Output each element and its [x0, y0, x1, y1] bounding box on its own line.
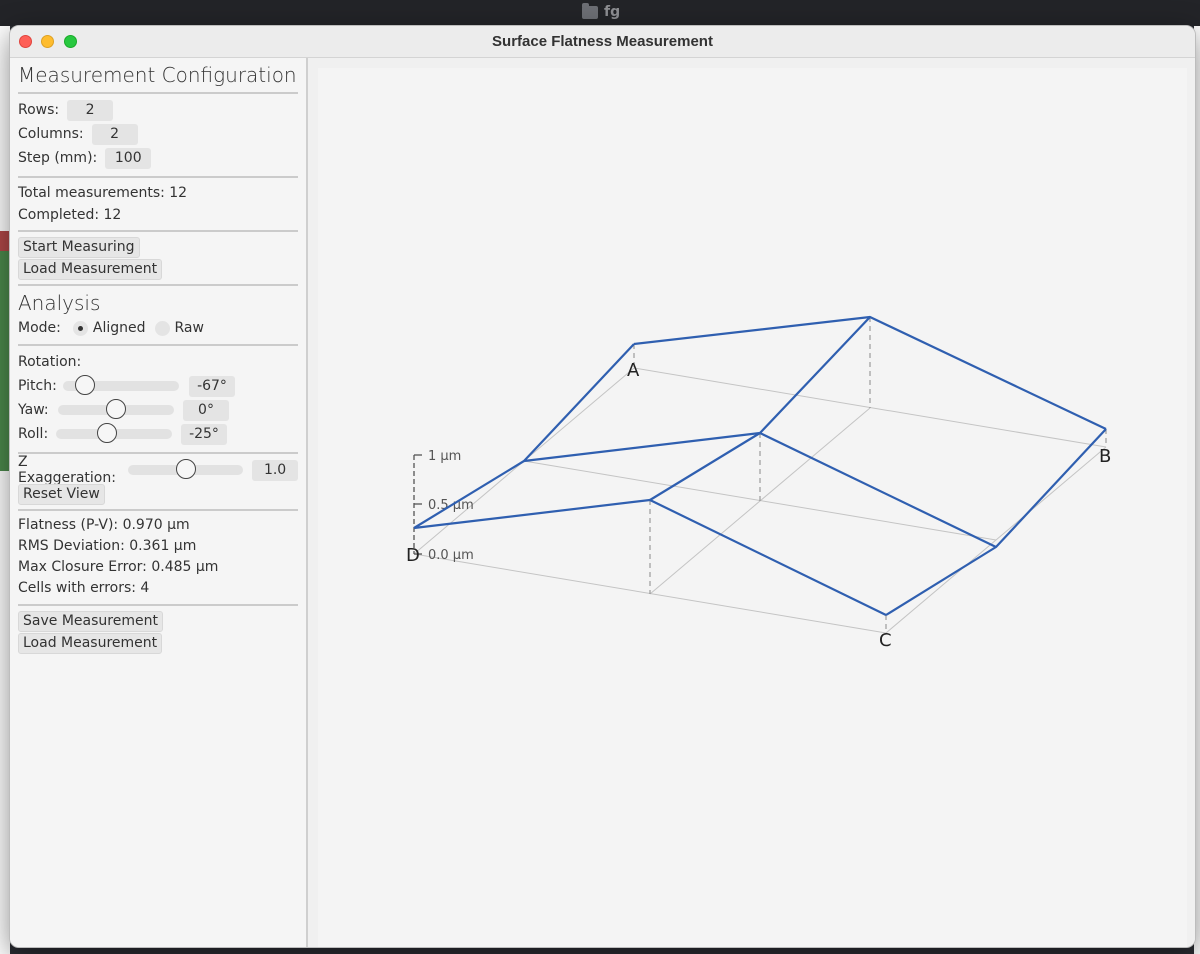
divider [18, 284, 298, 286]
load-measurement-button-top[interactable]: Load Measurement [18, 259, 163, 280]
closure-result: Max Closure Error: 0.485 µm [18, 559, 219, 575]
rms-result: RMS Deviation: 0.361 µm [18, 538, 197, 554]
total-measurements: Total measurements: 12 [18, 185, 188, 201]
desktop-title-text: fg [604, 4, 621, 20]
app-window: Surface Flatness Measurement Measurement… [9, 25, 1196, 948]
pitch-slider[interactable] [63, 375, 179, 395]
zexag-value[interactable]: 1.0 [252, 459, 298, 481]
step-field[interactable]: 100 [105, 147, 152, 169]
grid-line [885, 446, 1107, 634]
corner-label-a: A [627, 360, 640, 381]
config-section-title: Measurement Configuration [18, 63, 297, 87]
start-measuring-button[interactable]: Start Measuring [18, 237, 140, 258]
mesh-line [885, 428, 1107, 616]
corner-label-b: B [1099, 446, 1111, 467]
columns-label: Columns: [18, 126, 84, 142]
surface-3d-view[interactable]: 1 µm 0.5 µm 0.0 µm A B C D [318, 68, 1187, 947]
roll-label: Roll: [18, 426, 49, 442]
yaw-value[interactable]: 0° [183, 399, 229, 421]
step-label: Step (mm): [18, 150, 98, 166]
desktop-window-title: fg [582, 2, 621, 20]
zexag-label: Z Exaggeration: [18, 454, 116, 486]
folder-icon [582, 2, 598, 19]
yaw-label: Yaw: [18, 402, 49, 418]
drop-lines [633, 317, 1107, 633]
titlebar: Surface Flatness Measurement [10, 26, 1195, 58]
roll-slider-knob[interactable] [97, 423, 118, 443]
pitch-slider-knob[interactable] [74, 375, 95, 395]
save-measurement-button[interactable]: Save Measurement [18, 611, 163, 632]
z-scale-bar [413, 454, 422, 555]
pitch-row: Pitch: -67° [18, 374, 298, 398]
sidebar: Measurement Configuration Rows: 2 Column… [10, 58, 308, 947]
load-measurement-button-bottom[interactable]: Load Measurement [18, 633, 163, 654]
z-scale-label-0: 0.0 µm [428, 548, 474, 563]
roll-slider[interactable] [56, 423, 172, 443]
yaw-row: Yaw: 0° [18, 398, 298, 422]
mode-label: Mode: [18, 320, 61, 336]
rows-row: Rows: 2 [18, 98, 298, 122]
surface-plot[interactable]: 1 µm 0.5 µm 0.0 µm A B C D [318, 68, 1187, 948]
pitch-value[interactable]: -67° [189, 375, 235, 397]
step-row: Step (mm): 100 [18, 146, 298, 170]
yaw-slider-knob[interactable] [106, 399, 126, 419]
corner-label-c: C [879, 630, 892, 651]
surface-viewport: 1 µm 0.5 µm 0.0 µm A B C D [308, 58, 1195, 947]
cells-errors-result: Cells with errors: 4 [18, 580, 150, 596]
zexag-row: Z Exaggeration: 1.0 [18, 454, 298, 486]
corner-label-d: D [406, 545, 420, 566]
flatness-result: Flatness (P-V): 0.970 µm [18, 517, 190, 533]
completed-count: Completed: 12 [18, 207, 122, 223]
pitch-label: Pitch: [18, 378, 57, 394]
zexag-slider-knob[interactable] [175, 459, 196, 479]
columns-field[interactable]: 2 [91, 123, 138, 145]
mode-aligned-label[interactable]: Aligned [93, 320, 146, 336]
divider [18, 509, 298, 511]
rotation-label: Rotation: [18, 354, 82, 370]
zexag-slider[interactable] [127, 459, 244, 479]
mode-raw-label[interactable]: Raw [175, 320, 204, 336]
divider [18, 230, 298, 232]
mode-row: Mode: Aligned Raw [18, 316, 298, 340]
divider [18, 176, 298, 178]
mode-raw-radio[interactable] [154, 320, 170, 336]
rows-label: Rows: [18, 102, 60, 118]
yaw-slider[interactable] [58, 399, 174, 419]
window-title: Surface Flatness Measurement [492, 33, 713, 50]
surface-mesh [413, 315, 1107, 616]
divider [18, 344, 298, 346]
reset-view-button[interactable]: Reset View [18, 484, 105, 505]
roll-row: Roll: -25° [18, 422, 298, 446]
z-scale-label-1: 1 µm [428, 449, 461, 464]
analysis-section-title: Analysis [18, 291, 101, 315]
desktop-menubar: fg [0, 0, 1200, 26]
mode-aligned-radio[interactable] [72, 320, 88, 336]
divider [18, 604, 298, 606]
roll-value[interactable]: -25° [181, 423, 227, 445]
rows-field[interactable]: 2 [67, 99, 114, 121]
columns-row: Columns: 2 [18, 122, 298, 146]
divider [18, 92, 298, 94]
